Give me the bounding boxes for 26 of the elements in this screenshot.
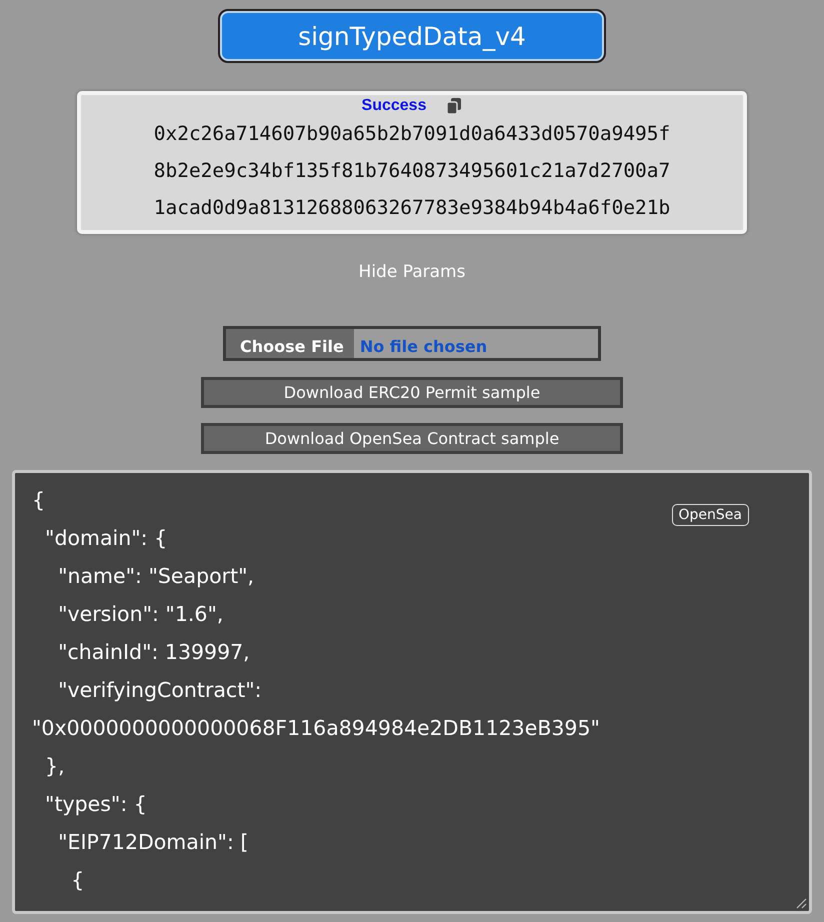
code-line: { xyxy=(70,867,84,894)
file-status-text: No file chosen xyxy=(358,337,488,358)
choose-file-button[interactable]: Choose File xyxy=(226,329,354,358)
code-line: "chainId": 139997, xyxy=(57,639,250,666)
resize-handle-icon[interactable] xyxy=(795,897,807,909)
code-line: "version": "1.6", xyxy=(57,601,224,628)
signature-text: 8b2e2e9c34bf135f81b7640873495601c21a7d2700a7 xyxy=(154,158,670,184)
code-line: "domain": { xyxy=(44,525,168,552)
download-sample-button[interactable]: Download ERC20 Permit sample xyxy=(201,377,623,408)
opensea-tag: OpenSea xyxy=(672,504,749,526)
code-line: "name": "Seaport", xyxy=(57,563,254,590)
code-line: "verifyingContract": xyxy=(57,677,262,704)
code-line: "EIP712Domain": [ xyxy=(57,829,248,856)
signature-text: 1acad0d9a81312688063267783e9384b94b4a6f0e21b xyxy=(154,195,670,221)
download-sample-button[interactable]: Download OpenSea Contract sample xyxy=(201,423,623,454)
sign-typed-data-button[interactable]: signTypedData_v4 xyxy=(220,11,604,61)
file-input[interactable]: Choose File No file chosen xyxy=(223,326,601,361)
signature-text: 0x2c26a714607b90a65b2b7091d0a6433d0570a9495f xyxy=(154,121,670,147)
hide-params-link[interactable]: Hide Params xyxy=(358,262,466,282)
code-line: "types": { xyxy=(44,791,147,818)
json-editor[interactable]: { "domain": { "name": "Seaport", "version": "1.6", "chainId": 139997, "verifyingContract": "0x0000000000000068F116a894984e2DB1123eB395" }, "types": { "EIP712Domain": [ { OpenSea xyxy=(12,470,812,914)
copy-icon[interactable] xyxy=(446,97,462,115)
code-line: }, xyxy=(44,753,65,780)
status-text: Success xyxy=(362,97,426,115)
code-line: "0x0000000000000068F116a894984e2DB1123eB395" xyxy=(32,715,600,742)
code-line: { xyxy=(32,487,46,514)
